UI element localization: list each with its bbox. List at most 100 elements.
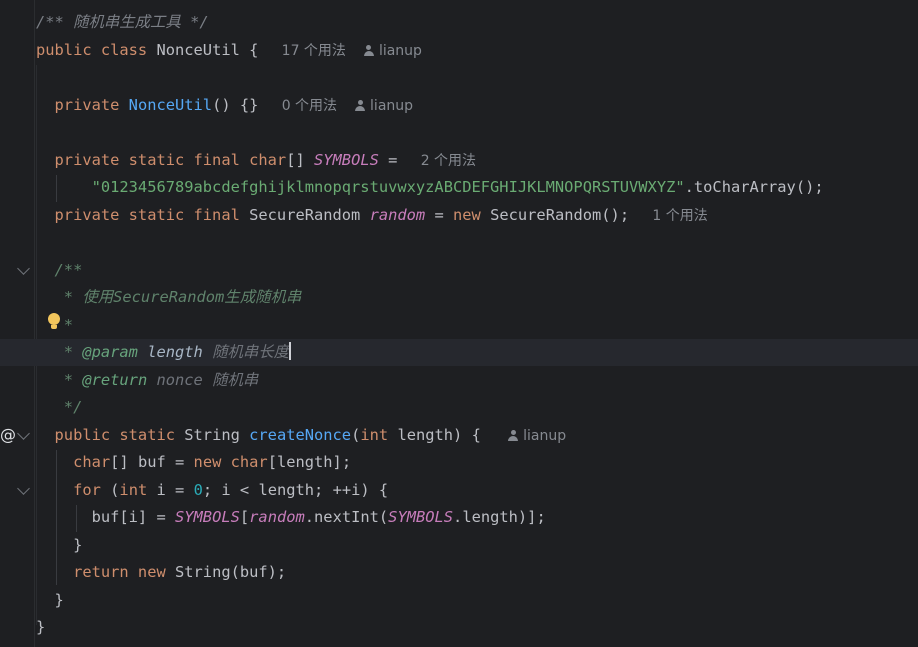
code-text: } [36,587,64,614]
code-token: random [249,508,305,526]
author-hint[interactable]: lianup [379,43,422,59]
code-token: SYMBOLS [388,508,454,526]
code-text: */ [36,394,83,421]
author-hint[interactable]: lianup [523,428,566,444]
code-token: ( [351,425,361,444]
code-line[interactable]: /** [0,257,918,284]
code-token: [ [239,508,250,526]
code-text: private NonceUtil() {} 0 个用法 lianup [36,92,414,120]
code-text: return new String(buf); [36,559,286,586]
code-text: /** [36,257,83,284]
code-text: private static final char[] SYMBOLS = 2 … [36,147,477,175]
user-icon [508,429,519,441]
lightbulb-icon[interactable] [48,313,60,330]
code-token: int [360,425,398,444]
usages-hint[interactable]: 1 个用法 [652,208,707,224]
code-text: buf[i] = SYMBOLS[random.nextInt(SYMBOLS.… [36,504,546,531]
code-token: .toCharArray(); [684,178,824,196]
code-token: i = [156,480,194,499]
code-line[interactable]: for (int i = 0; i < length; ++i) { [0,477,918,504]
code-text: public static String createNonce(int len… [36,422,567,450]
code-token: buf[i] = [36,508,175,526]
code-token: @return [82,370,148,389]
code-line[interactable] [0,64,918,91]
code-token: /** [36,260,83,279]
code-token: String [184,425,250,444]
code-line[interactable]: private static final SecureRandom random… [0,202,918,229]
code-token: /** [36,13,74,31]
code-token: length [137,343,213,361]
usages-hint[interactable]: 2 个用法 [421,153,476,169]
implements-at-icon[interactable]: @ [0,425,16,445]
code-token: NonceUtil { [156,40,268,59]
code-line[interactable]: * [0,312,918,339]
code-token: char [36,453,111,471]
code-line[interactable]: return new String(buf); [0,559,918,586]
code-text: public class NonceUtil { 17 个用法 lianup [36,37,422,65]
code-token: return new [36,563,175,581]
code-line[interactable]: } [0,614,918,641]
code-token: SYMBOLS [175,508,240,526]
code-token: 随机串长度 [212,343,290,361]
code-line[interactable] [0,229,918,256]
code-token: */ [180,13,209,31]
code-line[interactable]: /** 随机串生成工具 */ [0,9,918,36]
code-token: } [36,618,46,636]
code-token: 0 [193,480,203,499]
code-token: = [425,205,454,224]
code-token: @param [82,343,138,361]
text-caret [289,342,292,360]
code-text: char[] buf = new char[length]; [36,449,351,476]
code-line[interactable]: */ [0,394,918,421]
code-token: String(buf); [175,563,287,581]
code-token: int [119,480,157,499]
code-line[interactable]: } [0,532,918,559]
code-token: ; i < length; ++i) { [202,480,389,499]
code-token: } [36,590,64,609]
code-line[interactable]: public static String createNonce(int len… [0,422,918,449]
code-text: private static final SecureRandom random… [36,202,708,230]
code-line[interactable]: public class NonceUtil { 17 个用法 lianup [0,37,918,64]
code-token: 随机串生成工具 [73,13,181,31]
code-token: SYMBOLS [314,150,379,169]
code-token: createNonce [249,425,352,444]
code-text: } [36,614,45,641]
code-line[interactable]: buf[i] = SYMBOLS[random.nextInt(SYMBOLS.… [0,504,918,531]
code-line[interactable]: "0123456789abcdefghijklmnopqrstuvwxyzABC… [0,174,918,201]
code-token: .length)]; [453,508,546,526]
code-token: [] buf = [110,453,194,471]
code-line[interactable]: private static final char[] SYMBOLS = 2 … [0,147,918,174]
code-token: nonce 随机串 [147,370,259,389]
code-line[interactable]: } [0,587,918,614]
code-line[interactable]: * 使用SecureRandom生成随机串 [0,284,918,311]
code-token: public static [36,425,185,444]
code-line[interactable]: * @return nonce 随机串 [0,367,918,394]
code-line[interactable]: char[] buf = new char[length]; [0,449,918,476]
code-token: () {} [212,95,268,114]
code-text: for (int i = 0; i < length; ++i) { [36,477,388,504]
code-token: [] [286,150,314,169]
code-token: */ [36,398,83,416]
code-token: new [453,205,491,224]
code-token: public class [36,40,157,59]
usages-hint[interactable]: 17 个用法 [282,43,346,59]
code-token: SecureRandom(); [490,205,639,224]
code-line[interactable]: private NonceUtil() {} 0 个用法 lianup [0,92,918,119]
user-icon [355,99,366,111]
code-token: random [369,205,426,224]
code-token: * 使用SecureRandom生成随机串 [36,288,302,306]
code-token: for [36,480,111,499]
usages-hint[interactable]: 0 个用法 [282,98,337,114]
code-line[interactable] [0,119,918,146]
code-token: SecureRandom [249,205,370,224]
code-token: private static final char [36,150,287,169]
author-hint[interactable]: lianup [370,98,413,114]
code-token: new char [193,453,268,471]
code-text: * 使用SecureRandom生成随机串 [36,284,301,311]
user-icon [363,44,374,56]
code-token: private static final [36,205,250,224]
code-line[interactable]: * @param length 随机串长度 [0,339,918,366]
code-text: /** 随机串生成工具 */ [36,9,209,36]
code-text: * @return nonce 随机串 [36,367,258,394]
code-token: * [36,370,83,389]
